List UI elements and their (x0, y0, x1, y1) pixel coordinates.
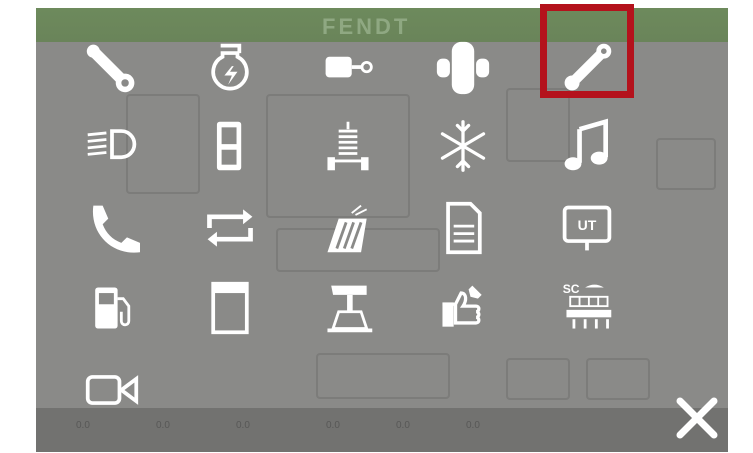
sc-label: SC (563, 282, 580, 296)
document-icon[interactable] (425, 190, 501, 266)
hand-wrench-icon[interactable] (425, 270, 501, 346)
ut-label: UT (578, 217, 597, 233)
music-note-icon[interactable] (549, 108, 625, 184)
section-control-icon[interactable]: SC (549, 270, 625, 346)
field-spray-icon[interactable] (310, 190, 386, 266)
camera-icon[interactable] (74, 352, 150, 428)
suspension-icon[interactable] (310, 108, 386, 184)
close-button[interactable] (672, 393, 722, 443)
wrench-icon[interactable] (74, 30, 150, 106)
status-value: 0.0 (236, 420, 250, 431)
axle-icon[interactable] (425, 30, 501, 106)
background-panel (506, 358, 570, 400)
close-icon (676, 397, 718, 439)
ut-terminal-icon[interactable]: UT (549, 190, 625, 266)
window-icon[interactable] (192, 270, 268, 346)
headlight-icon[interactable] (74, 108, 150, 184)
background-panel (586, 358, 650, 400)
background-panel (656, 138, 716, 190)
status-value: 0.0 (156, 420, 170, 431)
fuel-pump-icon[interactable] (74, 270, 150, 346)
implement-icon[interactable] (310, 270, 386, 346)
wrench-highlighted-icon[interactable] (549, 30, 625, 106)
hitch-icon[interactable] (310, 30, 386, 106)
status-value: 0.0 (396, 420, 410, 431)
snowflake-icon[interactable] (425, 108, 501, 184)
engine-icon[interactable] (192, 30, 268, 106)
background-panel (316, 353, 450, 399)
phone-icon[interactable] (74, 190, 150, 266)
status-value: 0.0 (326, 420, 340, 431)
door-icon[interactable] (192, 108, 268, 184)
repeat-arrows-icon[interactable] (192, 190, 268, 266)
status-value: 0.0 (466, 420, 480, 431)
